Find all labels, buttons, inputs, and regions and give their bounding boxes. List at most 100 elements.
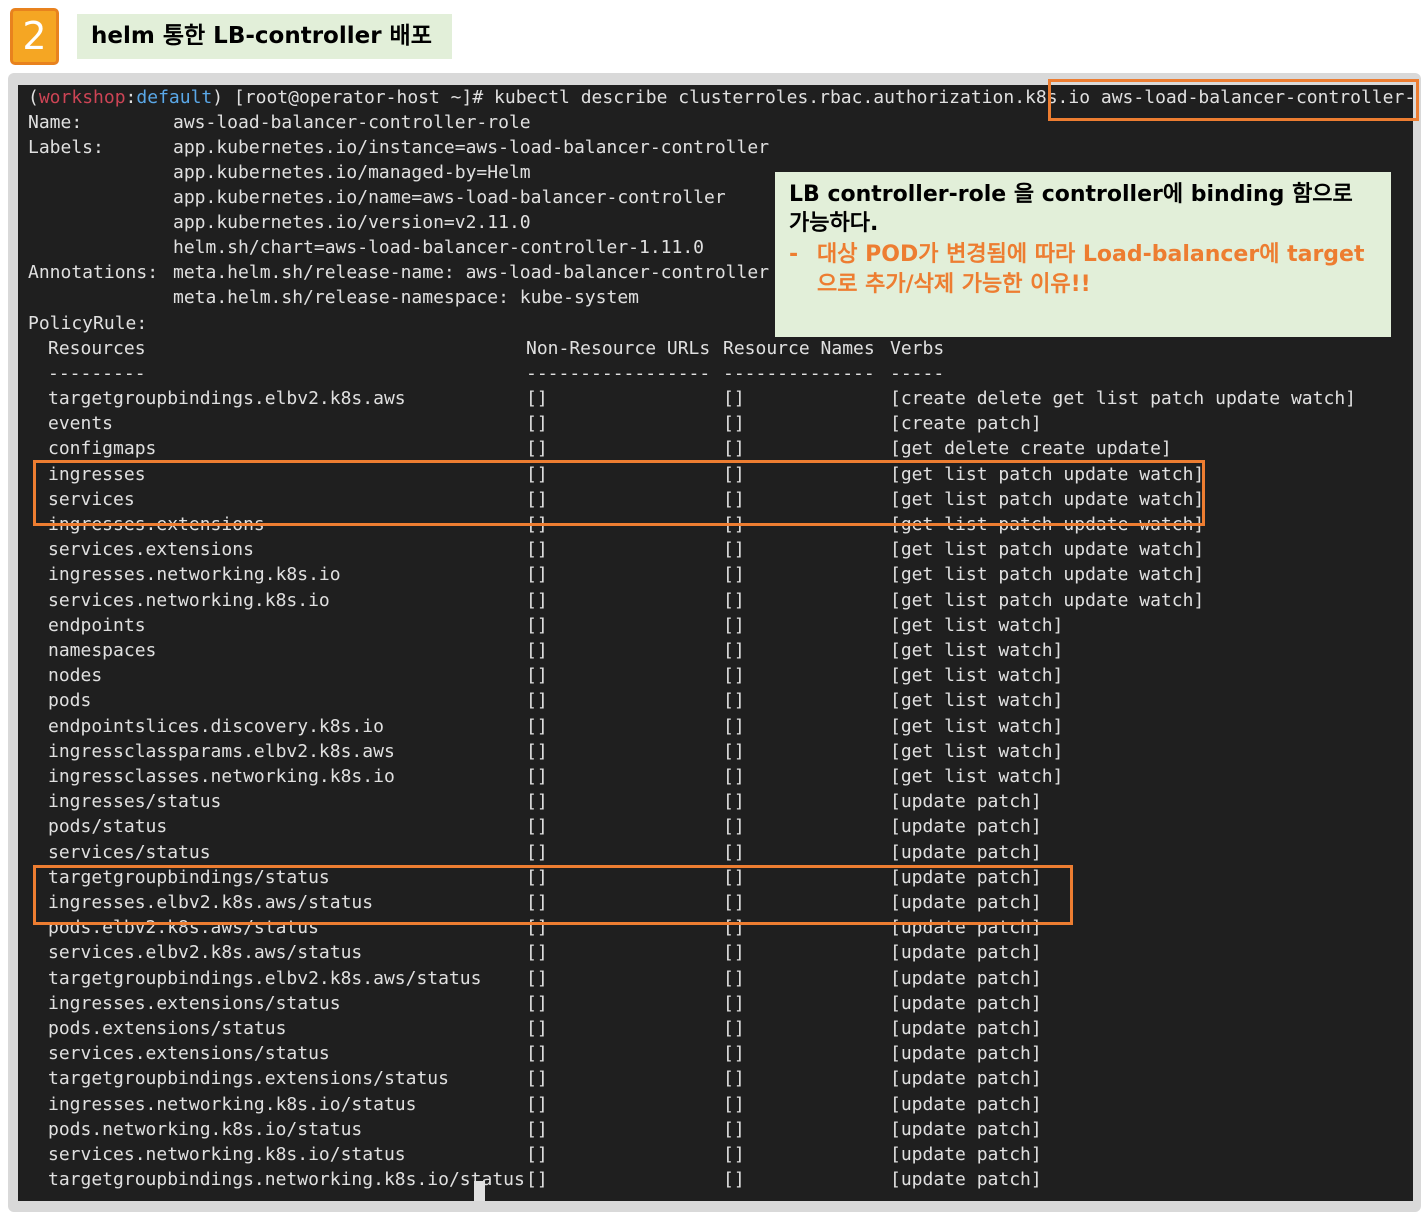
rule-non-resource-urls: [] xyxy=(526,841,548,863)
rule-verbs: [update patch] xyxy=(890,1144,1042,1165)
rule-verbs: [update patch] xyxy=(890,841,1042,863)
rule-verbs: [update patch] xyxy=(890,967,1042,989)
rule-resource-names: [] xyxy=(723,1169,745,1191)
callout-note-text: 대상 POD가 변경됨에 따라 Load-balancer에 target으로 … xyxy=(817,242,1365,297)
step-title: helm 통한 LB-controller 배포 xyxy=(77,14,452,59)
rule-non-resource-urls: [] xyxy=(526,1169,548,1191)
rule-resource-names: [] xyxy=(723,816,745,838)
rule-resource-names: [] xyxy=(723,740,745,762)
rule-non-resource-urls: [] xyxy=(526,715,548,737)
rule-non-resource-urls: [] xyxy=(526,438,548,460)
separator-non-resource-urls: ----------------- xyxy=(526,363,711,384)
policy-table-header: Resources Non-Resource URLs Resource Nam… xyxy=(28,336,944,361)
header-resources: Resources xyxy=(48,338,146,359)
rule-verbs: [get list watch] xyxy=(890,715,1064,737)
rule-resource: services/status xyxy=(48,841,211,863)
rule-resource-names: [] xyxy=(723,1068,745,1090)
rule-verbs: [update patch] xyxy=(890,1093,1042,1115)
rule-verbs: [update patch] xyxy=(890,1169,1042,1191)
rule-resource-names: [] xyxy=(723,690,745,712)
rule-non-resource-urls: [] xyxy=(526,1018,548,1039)
separator-verbs: ----- xyxy=(890,363,945,384)
rule-non-resource-urls: [] xyxy=(526,1093,548,1115)
rule-verbs: [get list patch update watch] xyxy=(890,589,1205,611)
separator-resource-names: -------------- xyxy=(723,363,875,384)
rule-resource-names: [] xyxy=(723,1043,745,1065)
rule-resource-names: [] xyxy=(723,1093,745,1115)
name-value: aws-load-balancer-controller-role xyxy=(173,112,531,133)
rule-resource-names: [] xyxy=(723,388,745,409)
terminal-cursor xyxy=(474,1181,485,1201)
annotations-line: Annotations: meta.helm.sh/release-name: … xyxy=(28,260,769,285)
rule-resource: targetgroupbindings.networking.k8s.io/st… xyxy=(48,1169,525,1191)
rule-non-resource-urls: [] xyxy=(526,1043,548,1065)
rule-resource: services.networking.k8s.io xyxy=(48,589,330,611)
rule-resource-names: [] xyxy=(723,791,745,813)
rule-resource: targetgroupbindings.elbv2.k8s.aws xyxy=(48,388,406,409)
rule-non-resource-urls: [] xyxy=(526,816,548,838)
rule-resource-names: [] xyxy=(723,614,745,636)
rule-verbs: [get list watch] xyxy=(890,614,1064,636)
rule-resource-names: [] xyxy=(723,640,745,661)
labels-label: Labels: xyxy=(28,137,104,158)
rule-verbs: [create patch] xyxy=(890,413,1042,435)
label-entry: app.kubernetes.io/instance=aws-load-bala… xyxy=(173,137,770,158)
rule-resource: nodes xyxy=(48,665,103,687)
rule-resource: pods.extensions/status xyxy=(48,1018,287,1039)
rule-verbs: [create delete get list patch update wat… xyxy=(890,388,1356,409)
rule-non-resource-urls: [] xyxy=(526,791,548,813)
rule-non-resource-urls: [] xyxy=(526,1118,548,1140)
rule-resource-names: [] xyxy=(723,438,745,460)
rule-resource: services.extensions/status xyxy=(48,1043,330,1065)
rule-verbs: [get list watch] xyxy=(890,665,1064,687)
status-rows-highlight-box xyxy=(33,865,1073,925)
step-number-badge: 2 xyxy=(10,8,59,65)
rule-verbs: [update patch] xyxy=(890,1018,1042,1039)
prompt-namespace: default xyxy=(136,87,213,108)
rule-resource: services.elbv2.k8s.aws/status xyxy=(48,942,363,964)
labels-line: Labels: app.kubernetes.io/instance=aws-l… xyxy=(28,135,769,160)
rule-resource-names: [] xyxy=(723,942,745,964)
separator-resources: --------- xyxy=(48,363,146,384)
rule-resource: endpoints xyxy=(48,614,146,636)
rule-non-resource-urls: [] xyxy=(526,690,548,712)
rule-resource: ingresses.networking.k8s.io/status xyxy=(48,1093,417,1115)
label-entry: app.kubernetes.io/managed-by=Helm xyxy=(173,162,531,183)
rule-non-resource-urls: [] xyxy=(526,640,548,661)
rule-non-resource-urls: [] xyxy=(526,992,548,1014)
rule-verbs: [update patch] xyxy=(890,1118,1042,1140)
rule-non-resource-urls: [] xyxy=(526,1068,548,1090)
annotation-entry: meta.helm.sh/release-name: aws-load-bala… xyxy=(173,262,770,283)
rule-verbs: [update patch] xyxy=(890,1068,1042,1090)
rule-non-resource-urls: [] xyxy=(526,413,548,435)
rule-verbs: [get list watch] xyxy=(890,690,1064,712)
rule-non-resource-urls: [] xyxy=(526,967,548,989)
rule-non-resource-urls: [] xyxy=(526,1144,548,1165)
rule-non-resource-urls: [] xyxy=(526,740,548,762)
rule-non-resource-urls: [] xyxy=(526,766,548,787)
rule-non-resource-urls: [] xyxy=(526,539,548,561)
rule-verbs: [update patch] xyxy=(890,1043,1042,1065)
rule-resource: targetgroupbindings.elbv2.k8s.aws/status xyxy=(48,967,482,989)
rule-resource-names: [] xyxy=(723,413,745,435)
rule-verbs: [get delete create update] xyxy=(890,438,1172,460)
rule-verbs: [update patch] xyxy=(890,791,1042,813)
explanation-callout: LB controller-role 을 controller에 binding… xyxy=(775,172,1391,337)
rule-non-resource-urls: [] xyxy=(526,589,548,611)
rule-resource-names: [] xyxy=(723,766,745,787)
rule-resource-names: [] xyxy=(723,841,745,863)
rule-resource: ingresses.networking.k8s.io xyxy=(48,564,341,586)
rule-verbs: [get list watch] xyxy=(890,640,1064,661)
rule-resource-names: [] xyxy=(723,1144,745,1165)
header-verbs: Verbs xyxy=(890,338,945,359)
prompt-open-paren: ( xyxy=(28,87,39,108)
name-label: Name: xyxy=(28,112,83,133)
rule-verbs: [get list patch update watch] xyxy=(890,539,1205,561)
rule-resource: pods/status xyxy=(48,816,168,838)
prompt-colon: : xyxy=(125,87,137,108)
prompt-close-paren: ) xyxy=(212,87,224,108)
rule-resource-names: [] xyxy=(723,539,745,561)
rule-resource: services.extensions xyxy=(48,539,254,561)
rule-non-resource-urls: [] xyxy=(526,942,548,964)
rule-resource-names: [] xyxy=(723,1118,745,1140)
